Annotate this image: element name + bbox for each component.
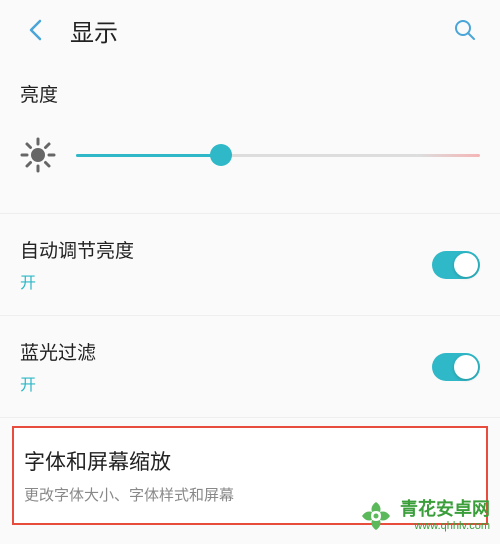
- watermark-title: 青花安卓网: [400, 499, 490, 521]
- blue-light-row[interactable]: 蓝光过滤 开: [0, 316, 500, 418]
- auto-brightness-label: 自动调节亮度: [20, 236, 134, 263]
- blue-light-label: 蓝光过滤: [20, 338, 96, 365]
- auto-brightness-status: 开: [20, 269, 134, 293]
- search-icon: [453, 18, 477, 42]
- brightness-section: 亮度: [0, 60, 500, 214]
- page-title: 显示: [70, 13, 118, 48]
- auto-brightness-row[interactable]: 自动调节亮度 开: [0, 214, 500, 316]
- brightness-control: [20, 127, 480, 193]
- slider-fill: [76, 154, 221, 157]
- auto-brightness-toggle[interactable]: [432, 251, 480, 279]
- watermark-text: 青花安卓网 www.qhhlv.com: [400, 499, 490, 534]
- watermark: 青花安卓网 www.qhhlv.com: [358, 498, 490, 534]
- header-bar: 显示: [0, 0, 500, 60]
- setting-text: 自动调节亮度 开: [20, 236, 134, 293]
- brightness-label: 亮度: [20, 80, 480, 107]
- blue-light-toggle[interactable]: [432, 353, 480, 381]
- watermark-url: www.qhhlv.com: [414, 520, 490, 533]
- sun-icon: [20, 137, 56, 173]
- clover-icon: [358, 498, 394, 534]
- content-area: 亮度: [0, 60, 500, 525]
- toggle-thumb: [454, 253, 478, 277]
- chevron-left-icon: [28, 19, 42, 41]
- back-button[interactable]: [20, 15, 50, 45]
- slider-thumb[interactable]: [210, 144, 232, 166]
- toggle-thumb: [454, 355, 478, 379]
- blue-light-status: 开: [20, 371, 96, 395]
- brightness-slider[interactable]: [76, 143, 480, 167]
- setting-text: 蓝光过滤 开: [20, 338, 96, 395]
- search-button[interactable]: [450, 15, 480, 45]
- font-zoom-label: 字体和屏幕缩放: [24, 446, 476, 476]
